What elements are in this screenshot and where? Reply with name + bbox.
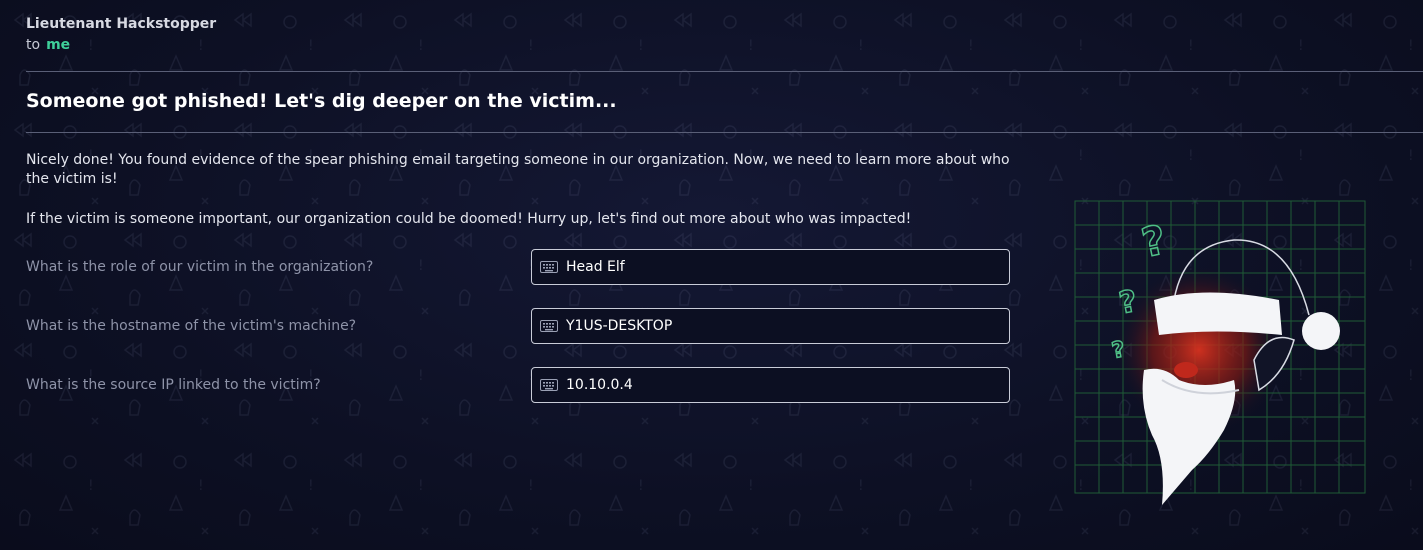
recipient-name: me xyxy=(46,37,71,53)
subject-divider xyxy=(26,132,1423,133)
santa-question-icon: ? ? ? xyxy=(1074,200,1366,505)
to-label: to xyxy=(26,37,41,53)
answer-value: 10.10.0.4 xyxy=(566,377,633,393)
question-label: What is the hostname of the victim's mac… xyxy=(26,318,357,334)
question-row: What is the role of our victim in the or… xyxy=(26,249,1016,289)
question-label: What is the role of our victim in the or… xyxy=(26,259,374,275)
body-paragraph: Nicely done! You found evidence of the s… xyxy=(26,152,1010,187)
question-label: What is the source IP linked to the vict… xyxy=(26,377,321,393)
sender-name: Lieutenant Hackstopper xyxy=(26,16,217,32)
question-row: What is the hostname of the victim's mac… xyxy=(26,308,1016,348)
svg-text:?: ? xyxy=(1117,284,1140,321)
recipient-line: to me xyxy=(26,37,70,53)
answer-value: Head Elf xyxy=(566,259,625,275)
answer-field[interactable]: Head Elf xyxy=(531,249,1010,285)
email-view: ! Lieutenant Hackstopper tome Someone go… xyxy=(0,0,1423,550)
header-divider xyxy=(26,71,1423,72)
answer-field[interactable]: 10.10.0.4 xyxy=(531,367,1010,403)
keyboard-icon xyxy=(540,261,558,273)
body-paragraph: If the victim is someone important, our … xyxy=(26,211,912,227)
email-subject: Someone got phished! Let's dig deeper on… xyxy=(26,90,617,112)
keyboard-icon xyxy=(540,379,558,391)
question-row: What is the source IP linked to the vict… xyxy=(26,367,1016,407)
email-content: Lieutenant Hackstopper to me Someone got … xyxy=(0,0,1423,550)
answer-field[interactable]: Y1US-DESKTOP xyxy=(531,308,1010,344)
answer-value: Y1US-DESKTOP xyxy=(566,318,673,334)
keyboard-icon xyxy=(540,320,558,332)
